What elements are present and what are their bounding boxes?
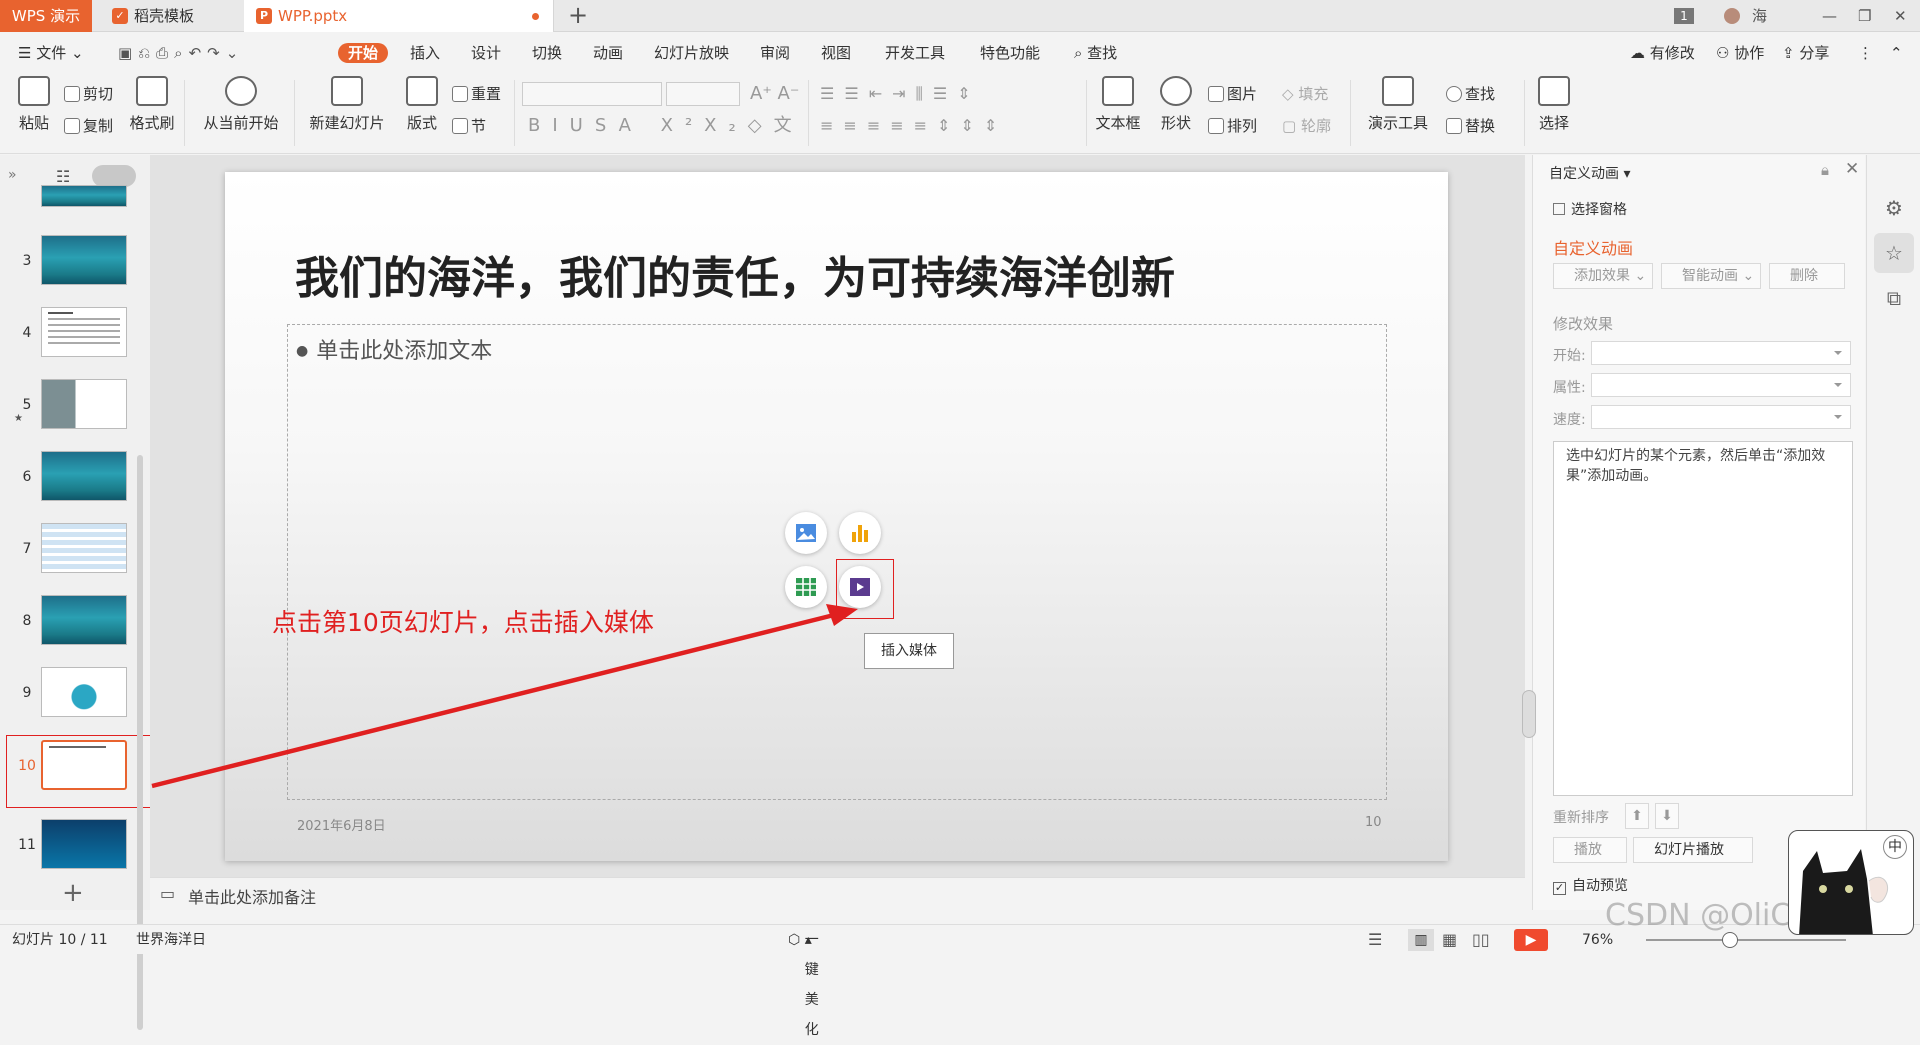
zoom-slider-handle[interactable] [1722, 932, 1738, 948]
delete-button[interactable]: 删除 [1769, 263, 1845, 289]
beautify-button[interactable]: ⬡ 一键美化 ▴ [788, 925, 819, 1038]
play-button[interactable]: 播放 [1553, 837, 1627, 863]
move-down-icon[interactable]: ⬇ [1655, 803, 1679, 829]
smart-animation-label: 智能动画 [1682, 268, 1738, 284]
ime-indicator[interactable]: 中 [1883, 835, 1907, 859]
add-effect-button[interactable]: 添加效果 ⌄ [1553, 263, 1653, 289]
slide-counter: 幻灯片 10 / 11 [12, 932, 108, 948]
notes-placeholder: 单击此处添加备注 [188, 888, 317, 907]
reading-view-icon[interactable]: ▯▯ [1472, 925, 1490, 955]
custom-animation-pane: 自定义动画 ▾ 🔒︎ ✕ 选择窗格 自定义动画 添加效果 ⌄ 智能动画 ⌄ 删除… [1532, 155, 1865, 910]
normal-view-icon[interactable]: ▥ [1408, 929, 1434, 951]
canvas-scroll-thumb[interactable] [1522, 690, 1536, 738]
right-icon-sidebar: ⚙︎ ☆ ⧉ [1866, 155, 1920, 910]
select-pane-button[interactable]: 选择窗格 [1553, 199, 1627, 219]
delete-label: 删除 [1790, 268, 1818, 284]
pane-title[interactable]: 自定义动画 ▾ [1549, 163, 1630, 183]
modify-effect-label: 修改效果 [1553, 315, 1614, 333]
property-select[interactable] [1591, 373, 1851, 397]
start-select[interactable] [1591, 341, 1851, 365]
add-effect-label: 添加效果 [1574, 268, 1630, 284]
select-pane-label: 选择窗格 [1571, 202, 1627, 218]
slideshow-label: 幻灯片播放 [1654, 842, 1724, 858]
select-pane-icon [1553, 203, 1565, 215]
lock-icon[interactable]: 🔒︎ [1821, 161, 1829, 179]
properties-icon[interactable]: ⚙︎ [1879, 193, 1909, 223]
start-label: 开始: [1553, 348, 1586, 364]
animation-star-icon[interactable]: ☆ [1874, 233, 1914, 273]
sorter-view-icon[interactable]: ▦ [1442, 925, 1457, 955]
desktop-pet-widget[interactable]: 中 [1788, 830, 1914, 935]
smart-animation-button[interactable]: 智能动画 ⌄ [1661, 263, 1761, 289]
play-slideshow-icon[interactable]: ▶ [1514, 929, 1548, 951]
animation-hint: 选中幻灯片的某个元素，然后单击“添加效果”添加动画。 [1566, 448, 1826, 484]
speed-label: 速度: [1553, 412, 1586, 428]
section-title: 自定义动画 [1553, 239, 1634, 258]
transition-icon[interactable]: ⧉ [1879, 283, 1909, 313]
autopreview-label: 自动预览 [1572, 878, 1628, 894]
pane-title-text: 自定义动画 [1549, 166, 1619, 182]
property-label: 属性: [1553, 380, 1586, 396]
play-label: 播放 [1574, 842, 1602, 858]
checkbox-icon: ✓ [1553, 881, 1566, 895]
speed-select[interactable] [1591, 405, 1851, 429]
zoom-slider[interactable] [1646, 939, 1846, 941]
animation-list[interactable]: 选中幻灯片的某个元素，然后单击“添加效果”添加动画。 [1553, 441, 1853, 796]
move-up-icon[interactable]: ⬆ [1625, 803, 1649, 829]
theme-name[interactable]: 世界海洋日 [136, 925, 206, 955]
autopreview-checkbox[interactable]: ✓ 自动预览 [1553, 875, 1628, 895]
slideshow-play-button[interactable]: 幻灯片播放 [1633, 837, 1753, 863]
pane-close-icon[interactable]: ✕ [1845, 159, 1859, 179]
notes-toggle-icon[interactable]: ☰ [1368, 925, 1382, 955]
notes-bar[interactable]: ▭ 单击此处添加备注 [150, 877, 1525, 910]
beautify-label: 一键美化 [804, 932, 819, 1038]
notes-icon: ▭ [160, 884, 176, 903]
reorder-label: 重新排序 [1553, 810, 1609, 826]
